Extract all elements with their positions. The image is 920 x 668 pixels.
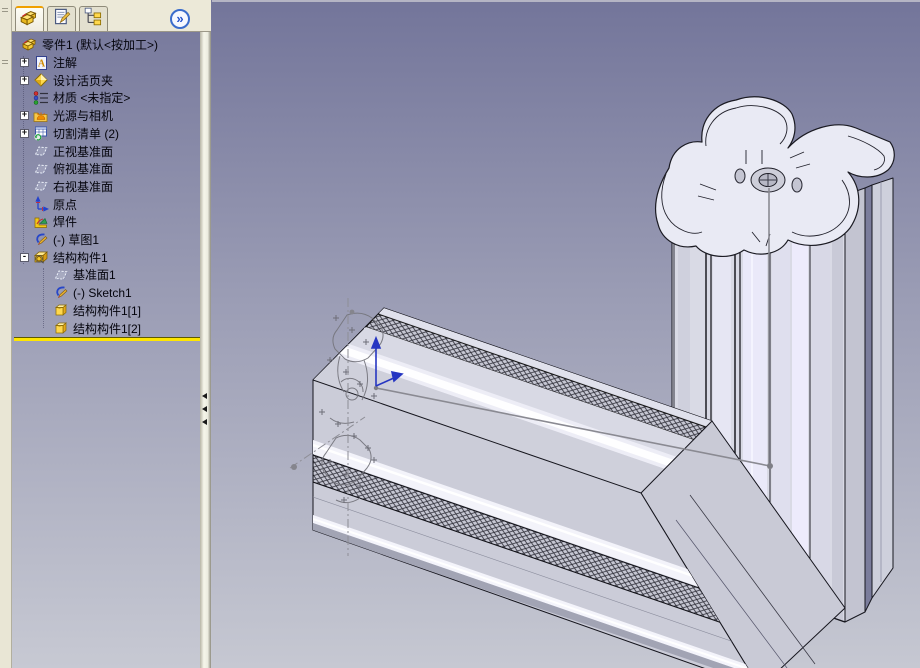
plane-icon	[53, 267, 69, 283]
tree-item-label: (-) 草图1	[53, 233, 99, 247]
tree-item-label: 俯视基准面	[53, 162, 114, 177]
structural-member-icon	[33, 249, 49, 265]
annotations-icon: A	[33, 55, 49, 71]
tree-item[interactable]: 焊件	[14, 213, 77, 231]
tree-item[interactable]: 基准面1	[14, 266, 116, 284]
tree-root-item[interactable]: 零件1 (默认<按加工>)	[14, 35, 158, 53]
tree-item-label: 结构构件1[1]	[73, 303, 142, 318]
plane-icon	[33, 161, 49, 177]
sketch-endpoint-dot[interactable]	[349, 309, 355, 315]
svg-text:A: A	[38, 58, 46, 69]
feature-manager-tree: 零件1 (默认<按加工>) + A 注解 + 设计活页夹材质 <未指定> + 光源与相机 + 切割…	[14, 0, 206, 668]
tree-item[interactable]: 右视基准面	[14, 177, 113, 195]
tree-item-label: 右视基准面	[53, 179, 114, 194]
design-binder-icon	[33, 72, 49, 88]
panel-splitter[interactable]	[200, 32, 211, 668]
tree-item[interactable]: - 结构构件1	[14, 248, 108, 266]
tree-item-label: 切割清单 (2)	[53, 126, 120, 141]
sketch-icon	[33, 232, 49, 248]
collapsed-toolbar-strip[interactable]	[0, 0, 12, 668]
sketch-icon	[53, 285, 69, 301]
tree-item[interactable]: + 切割清单 (2)	[14, 124, 119, 142]
tree-item[interactable]: 俯视基准面	[14, 160, 113, 178]
tree-item-label: 基准面1	[73, 268, 116, 283]
plane-icon	[33, 178, 49, 194]
part-icon	[22, 36, 38, 52]
tree-item[interactable]: (-) Sketch1	[14, 284, 132, 302]
tree-item-label: (-) Sketch1	[73, 285, 132, 300]
origin-icon	[33, 196, 49, 212]
path-corner-point[interactable]	[767, 463, 773, 469]
tree-item-label: 材质 <未指定>	[53, 91, 131, 106]
expander-plus[interactable]: +	[20, 111, 29, 121]
viewport-3d[interactable]	[212, 0, 920, 668]
tree-item[interactable]: 正视基准面	[14, 142, 113, 160]
tree-item-label: 光源与相机	[53, 109, 114, 124]
sketch-endpoint-dot[interactable]	[291, 464, 297, 470]
expander-plus[interactable]: +	[20, 75, 29, 85]
expander-plus[interactable]: +	[20, 58, 29, 67]
plane-icon	[33, 143, 49, 159]
expander-minus[interactable]: -	[20, 252, 29, 262]
expander-plus[interactable]: +	[20, 128, 29, 138]
lights-cameras-icon	[33, 108, 49, 124]
tree-item-label: 注解	[53, 56, 78, 70]
tree-item[interactable]: + 设计活页夹	[14, 71, 113, 89]
cut-list-icon	[33, 125, 49, 141]
path-start-point[interactable]	[373, 385, 379, 391]
tree-item-label: 结构构件1[2]	[73, 321, 142, 336]
tree-item[interactable]: + A 注解	[14, 54, 77, 72]
tree-item[interactable]: (-) 草图1	[14, 231, 99, 249]
tree-item-label: 焊件	[53, 215, 78, 230]
tree-item[interactable]: + 光源与相机	[14, 107, 113, 125]
tree-item[interactable]: 材质 <未指定>	[14, 89, 130, 107]
tree-item-label: 正视基准面	[53, 144, 114, 159]
rollback-bar[interactable]	[14, 337, 204, 341]
tree-item-label: 原点	[53, 197, 78, 212]
tree-item-label: 结构构件1	[53, 250, 108, 265]
tree-item-label: 零件1 (默认<按加工>)	[42, 37, 159, 52]
weldment-icon	[33, 214, 49, 230]
tree-item[interactable]: 原点	[14, 195, 77, 213]
tree-item[interactable]: 结构构件1[1]	[14, 301, 141, 319]
tree-item[interactable]: 结构构件1[2]	[14, 319, 141, 337]
tree-item-label: 设计活页夹	[53, 73, 114, 88]
solid-body-icon	[53, 302, 69, 318]
material-icon	[33, 90, 49, 106]
solid-body-icon	[53, 320, 69, 336]
